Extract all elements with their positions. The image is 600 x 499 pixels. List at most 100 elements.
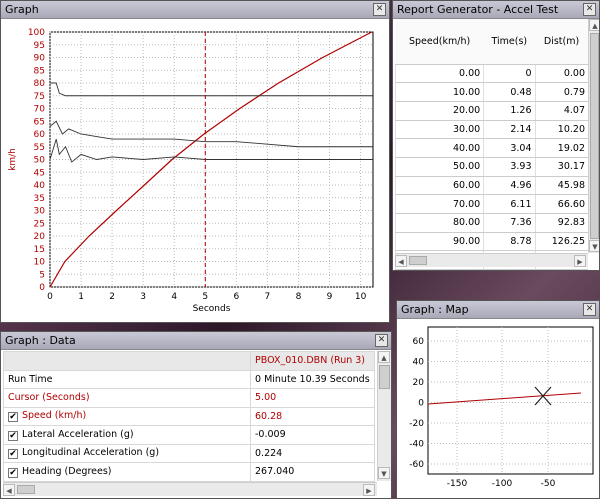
graph-map-window: Graph : Map ✕ 60 40 20 0 -20 -40 -60 -150 -100 -5…	[396, 300, 600, 499]
x-tick-label: 8	[296, 292, 302, 302]
data-row-label: Heading (Degrees)	[22, 465, 112, 477]
graph-titlebar[interactable]: Graph ✕	[1, 1, 389, 19]
checkbox[interactable]: ✔	[8, 449, 18, 460]
table-cell: 30.17	[534, 157, 588, 177]
table-cell: 4.07	[534, 101, 588, 121]
x-tick-label: 3	[140, 292, 146, 302]
data-horizontal-scrollbar[interactable]: ◀ ▶	[3, 482, 377, 496]
table-row[interactable]: 60.00 4.96 45.98	[394, 176, 588, 196]
table-cell: 66.60	[534, 194, 588, 214]
data-row-value: 0.224	[250, 443, 375, 463]
y-tick-label: 0	[39, 283, 45, 293]
scroll-thumb[interactable]	[17, 485, 35, 494]
data-row[interactable]: ✔ Lateral Acceleration (g) -0.009	[3, 425, 375, 445]
scroll-left-icon[interactable]: ◀	[395, 255, 407, 267]
x-tick-label: 9	[327, 292, 333, 302]
speed-chart[interactable]: 0510152025303540455055606570758085909510…	[1, 19, 389, 322]
checkbox[interactable]: ✔	[8, 412, 18, 423]
table-cell: 6.11	[483, 194, 536, 214]
x-tick-label: 10	[355, 292, 367, 302]
close-icon[interactable]: ✕	[583, 303, 596, 316]
scroll-up-icon[interactable]: ▲	[589, 19, 599, 31]
table-cell: 0	[483, 64, 536, 84]
x-tick-label: 4	[171, 292, 177, 302]
y-tick-label: 60	[34, 130, 46, 140]
y-tick-label: 35	[34, 194, 45, 204]
report-vertical-scrollbar[interactable]: ▲ ▼	[588, 19, 599, 253]
file-header: PBOX_010.DBN (Run 3)	[250, 351, 375, 371]
checkbox[interactable]: ✔	[8, 430, 18, 441]
close-icon[interactable]: ✕	[375, 334, 388, 347]
col-header-time: Time(s)	[483, 19, 536, 65]
map-y-tick-label: 0	[418, 399, 424, 409]
y-tick-label: 95	[34, 41, 45, 51]
table-row[interactable]: 70.00 6.11 66.60	[394, 194, 588, 214]
table-row[interactable]: 40.00 3.04 19.02	[394, 138, 588, 158]
data-row-label-cell: ✔ Heading (Degrees)	[3, 462, 251, 482]
data-row[interactable]: Cursor (Seconds) 5.00	[3, 388, 375, 408]
table-cell: 0.79	[534, 82, 588, 102]
data-row[interactable]: Run Time 0 Minute 10.39 Seconds	[3, 369, 375, 389]
data-titlebar[interactable]: Graph : Data ✕	[1, 332, 391, 350]
checkbox[interactable]: ✔	[8, 467, 18, 478]
table-row[interactable]: 90.00 8.78 126.25	[394, 232, 588, 252]
scroll-thumb[interactable]	[409, 256, 427, 265]
scroll-down-icon[interactable]: ▼	[589, 240, 599, 252]
graph-window: Graph ✕ 0 5 10 15 20 25 30 35 40 45 50 55 60 65 70 75 80…	[0, 0, 390, 323]
data-row-label-cell: ✔ Longitudinal Acceleration (g)	[3, 443, 251, 463]
table-cell: 3.04	[483, 138, 536, 158]
table-row[interactable]: 10.00 0.48 0.79	[394, 82, 588, 102]
y-tick-label: 75	[34, 92, 45, 102]
data-row[interactable]: ✔ Speed (km/h) 60.28	[3, 406, 375, 426]
y-tick-label: 90	[34, 54, 46, 64]
table-row[interactable]: 20.00 1.26 4.07	[394, 101, 588, 121]
data-row-label-cell: Run Time	[3, 369, 251, 389]
y-tick-label: 20	[34, 232, 46, 242]
data-row-value: 60.28	[250, 406, 375, 426]
data-row[interactable]: ✔ Longitudinal Acceleration (g) 0.224	[3, 443, 375, 463]
data-row[interactable]: ✔ Heading (Degrees) 267.040	[3, 462, 375, 482]
graph-data-window: Graph : Data ✕ PBOX_010.DBN (Run 3) Run …	[0, 331, 392, 499]
graph-title: Graph	[5, 3, 39, 16]
map-plot[interactable]: 60 40 20 0 -20 -40 -60 -150 -100 -50	[397, 319, 599, 499]
table-cell: 19.02	[534, 138, 588, 158]
map-y-tick-label: 40	[413, 358, 425, 368]
report-titlebar[interactable]: Report Generator - Accel Test ✕	[393, 1, 599, 19]
data-row-label-cell: Cursor (Seconds)	[3, 388, 251, 408]
close-icon[interactable]: ✕	[373, 3, 386, 16]
data-vertical-scrollbar[interactable]: ▲ ▼	[377, 351, 391, 481]
table-cell: 10.00	[394, 82, 484, 102]
scroll-up-icon[interactable]: ▲	[378, 351, 390, 363]
table-row[interactable]: 30.00 2.14 10.20	[394, 120, 588, 140]
table-row[interactable]: 50.00 3.93 30.17	[394, 157, 588, 177]
scroll-right-icon[interactable]: ▶	[574, 255, 586, 267]
table-row[interactable]: 80.00 7.36 92.83	[394, 213, 588, 233]
table-cell: 45.98	[534, 176, 588, 196]
data-row-label: Cursor (Seconds)	[8, 392, 90, 404]
report-horizontal-scrollbar[interactable]: ◀ ▶	[395, 253, 588, 267]
y-tick-label: 15	[34, 245, 45, 255]
table-cell: 0.48	[483, 82, 536, 102]
scroll-thumb[interactable]	[590, 33, 599, 239]
x-tick-label: 2	[109, 292, 115, 302]
col-header-dist: Dist(m)	[535, 19, 588, 65]
accel-table: Speed(km/h) Time(s) Dist(m) 0.00 0 0.00 10.…	[394, 19, 588, 270]
table-cell: 1.26	[483, 101, 536, 121]
scroll-right-icon[interactable]: ▶	[363, 484, 375, 496]
map-x-tick-label: -100	[492, 479, 513, 489]
x-tick-label: 1	[78, 292, 84, 302]
map-y-tick-label: -40	[409, 440, 424, 450]
scroll-thumb[interactable]	[379, 365, 390, 389]
y-tick-label: 70	[34, 105, 46, 115]
col-header-speed: Speed(km/h)	[395, 19, 484, 65]
scroll-left-icon[interactable]: ◀	[3, 484, 15, 496]
y-axis-label: km/h	[8, 148, 18, 171]
close-icon[interactable]: ✕	[583, 3, 596, 16]
y-tick-label: 45	[34, 168, 45, 178]
map-titlebar[interactable]: Graph : Map ✕	[397, 301, 599, 319]
map-y-tick-label: 60	[413, 337, 425, 347]
scroll-down-icon[interactable]: ▼	[378, 467, 390, 479]
map-plot-area	[427, 326, 594, 475]
table-row[interactable]: 0.00 0 0.00	[394, 64, 588, 84]
table-cell: 0.00	[394, 64, 484, 84]
